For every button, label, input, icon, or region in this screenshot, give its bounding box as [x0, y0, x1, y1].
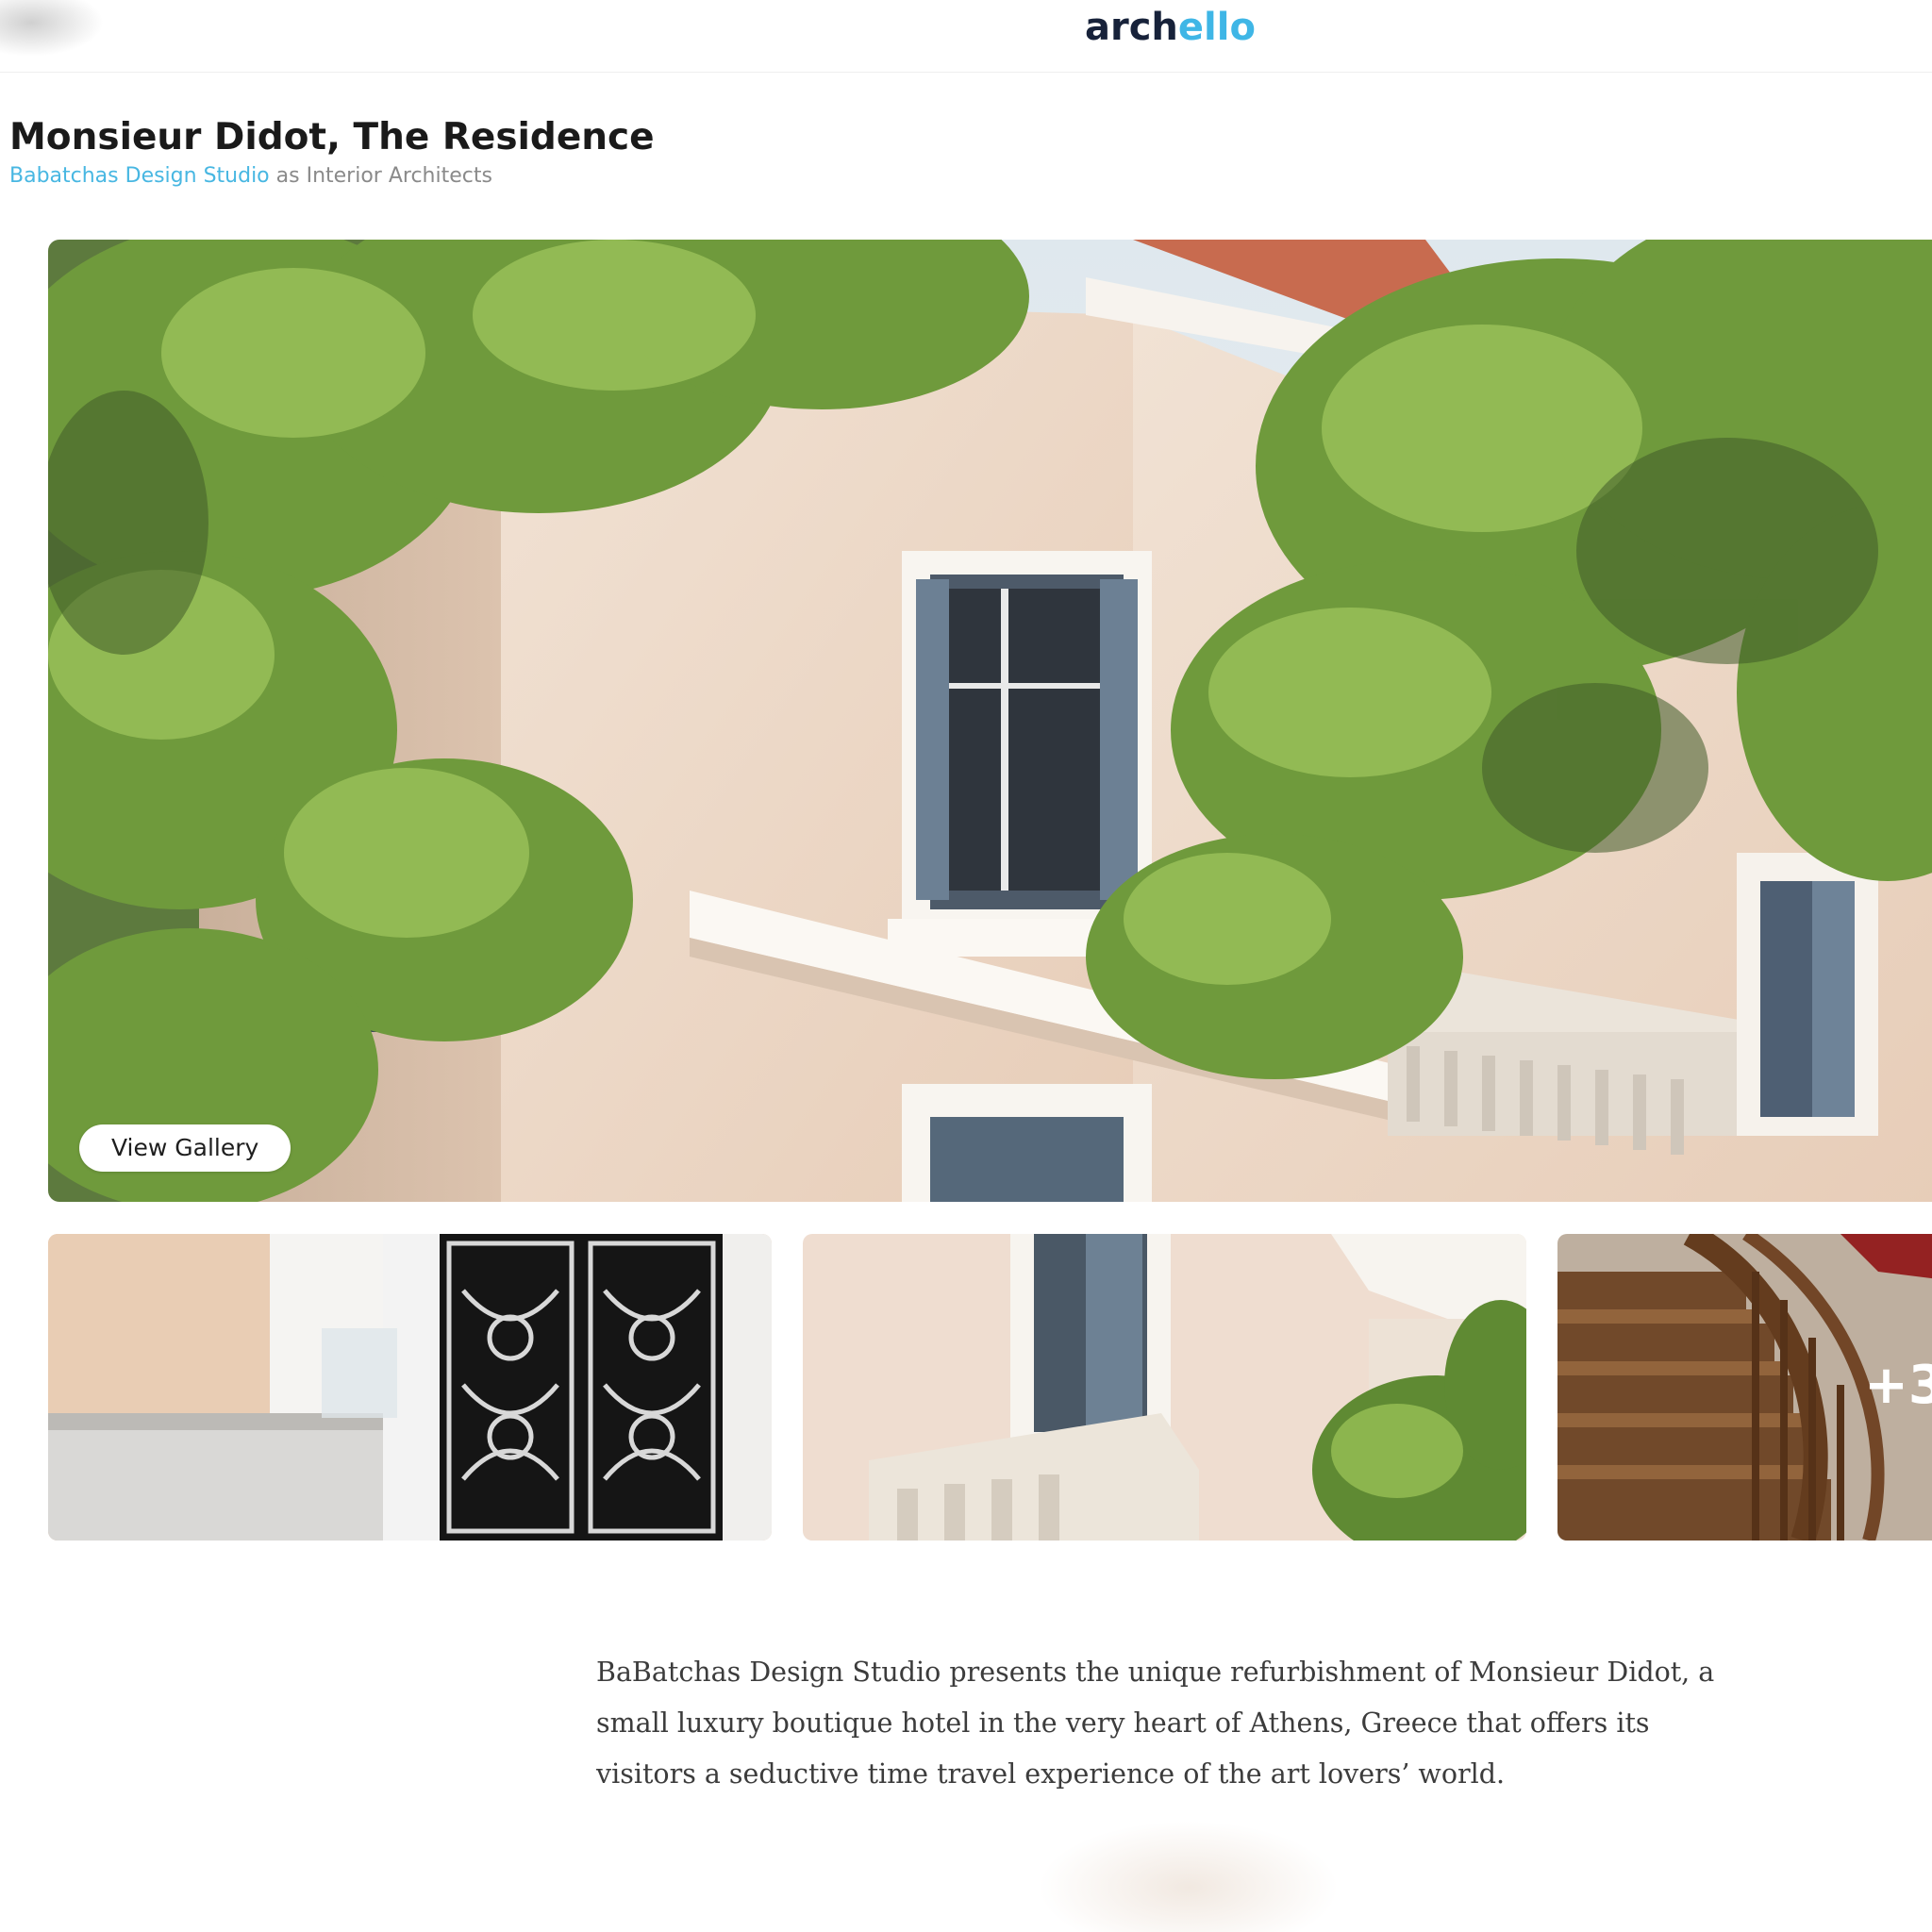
more-photos-count: +3 — [1864, 1355, 1932, 1416]
project-credit: Babatchas Design Studio as Interior Arch… — [9, 162, 492, 191]
studio-link[interactable]: Babatchas Design Studio — [9, 164, 270, 188]
gallery-thumbnail-1[interactable] — [48, 1234, 772, 1541]
project-title: Monsieur Didot, The Residence — [9, 116, 655, 158]
blurred-nav-element — [0, 0, 104, 57]
project-description: BaBatchas Design Studio presents the uni… — [596, 1657, 1715, 1790]
window-balcony-photo — [803, 1234, 1526, 1541]
view-gallery-button[interactable]: View Gallery — [79, 1124, 291, 1172]
hero-image[interactable]: View Gallery — [48, 240, 1932, 1202]
credit-role: as Interior Architects — [269, 164, 492, 188]
building-facade-photo — [48, 240, 1932, 1202]
gallery-thumbnail-2[interactable] — [803, 1234, 1526, 1541]
site-header: archello — [0, 0, 1932, 73]
entrance-door-photo — [48, 1234, 772, 1541]
archello-logo[interactable]: archello — [1085, 4, 1256, 51]
logo-text-arch: arch — [1085, 6, 1178, 49]
logo-text-ello: ello — [1177, 6, 1256, 49]
gallery-thumbnail-3[interactable]: +3 — [1557, 1234, 1932, 1541]
blurred-content-below — [1038, 1821, 1340, 1932]
